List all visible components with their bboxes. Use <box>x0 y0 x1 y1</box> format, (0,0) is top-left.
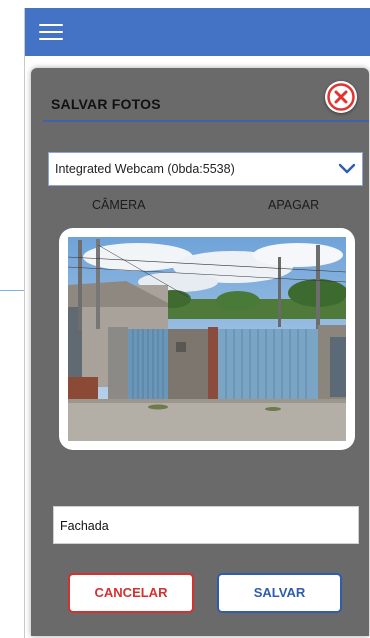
save-photos-dialog: SALVAR FOTOS Integrated Webcam (0bda:553… <box>31 68 369 636</box>
cancel-button[interactable]: CANCELAR <box>68 573 194 613</box>
delete-button[interactable]: APAGAR <box>268 198 319 212</box>
camera-select-value: Integrated Webcam (0bda:5538) <box>55 162 235 176</box>
chevron-down-icon <box>338 163 356 174</box>
photo-description-value: Fachada <box>60 519 109 533</box>
photo-preview <box>59 228 355 450</box>
dialog-title: SALVAR FOTOS <box>51 96 161 112</box>
close-button[interactable] <box>325 81 357 113</box>
camera-select[interactable]: Integrated Webcam (0bda:5538) <box>48 152 363 186</box>
hamburger-icon[interactable] <box>39 24 63 40</box>
save-button[interactable]: SALVAR <box>217 573 342 613</box>
photo-description-input[interactable]: Fachada <box>53 506 359 544</box>
title-divider <box>43 120 369 122</box>
captured-photo <box>68 237 346 441</box>
camera-button[interactable]: CÂMERA <box>92 198 145 212</box>
close-icon <box>327 83 355 111</box>
top-app-bar <box>25 8 370 56</box>
